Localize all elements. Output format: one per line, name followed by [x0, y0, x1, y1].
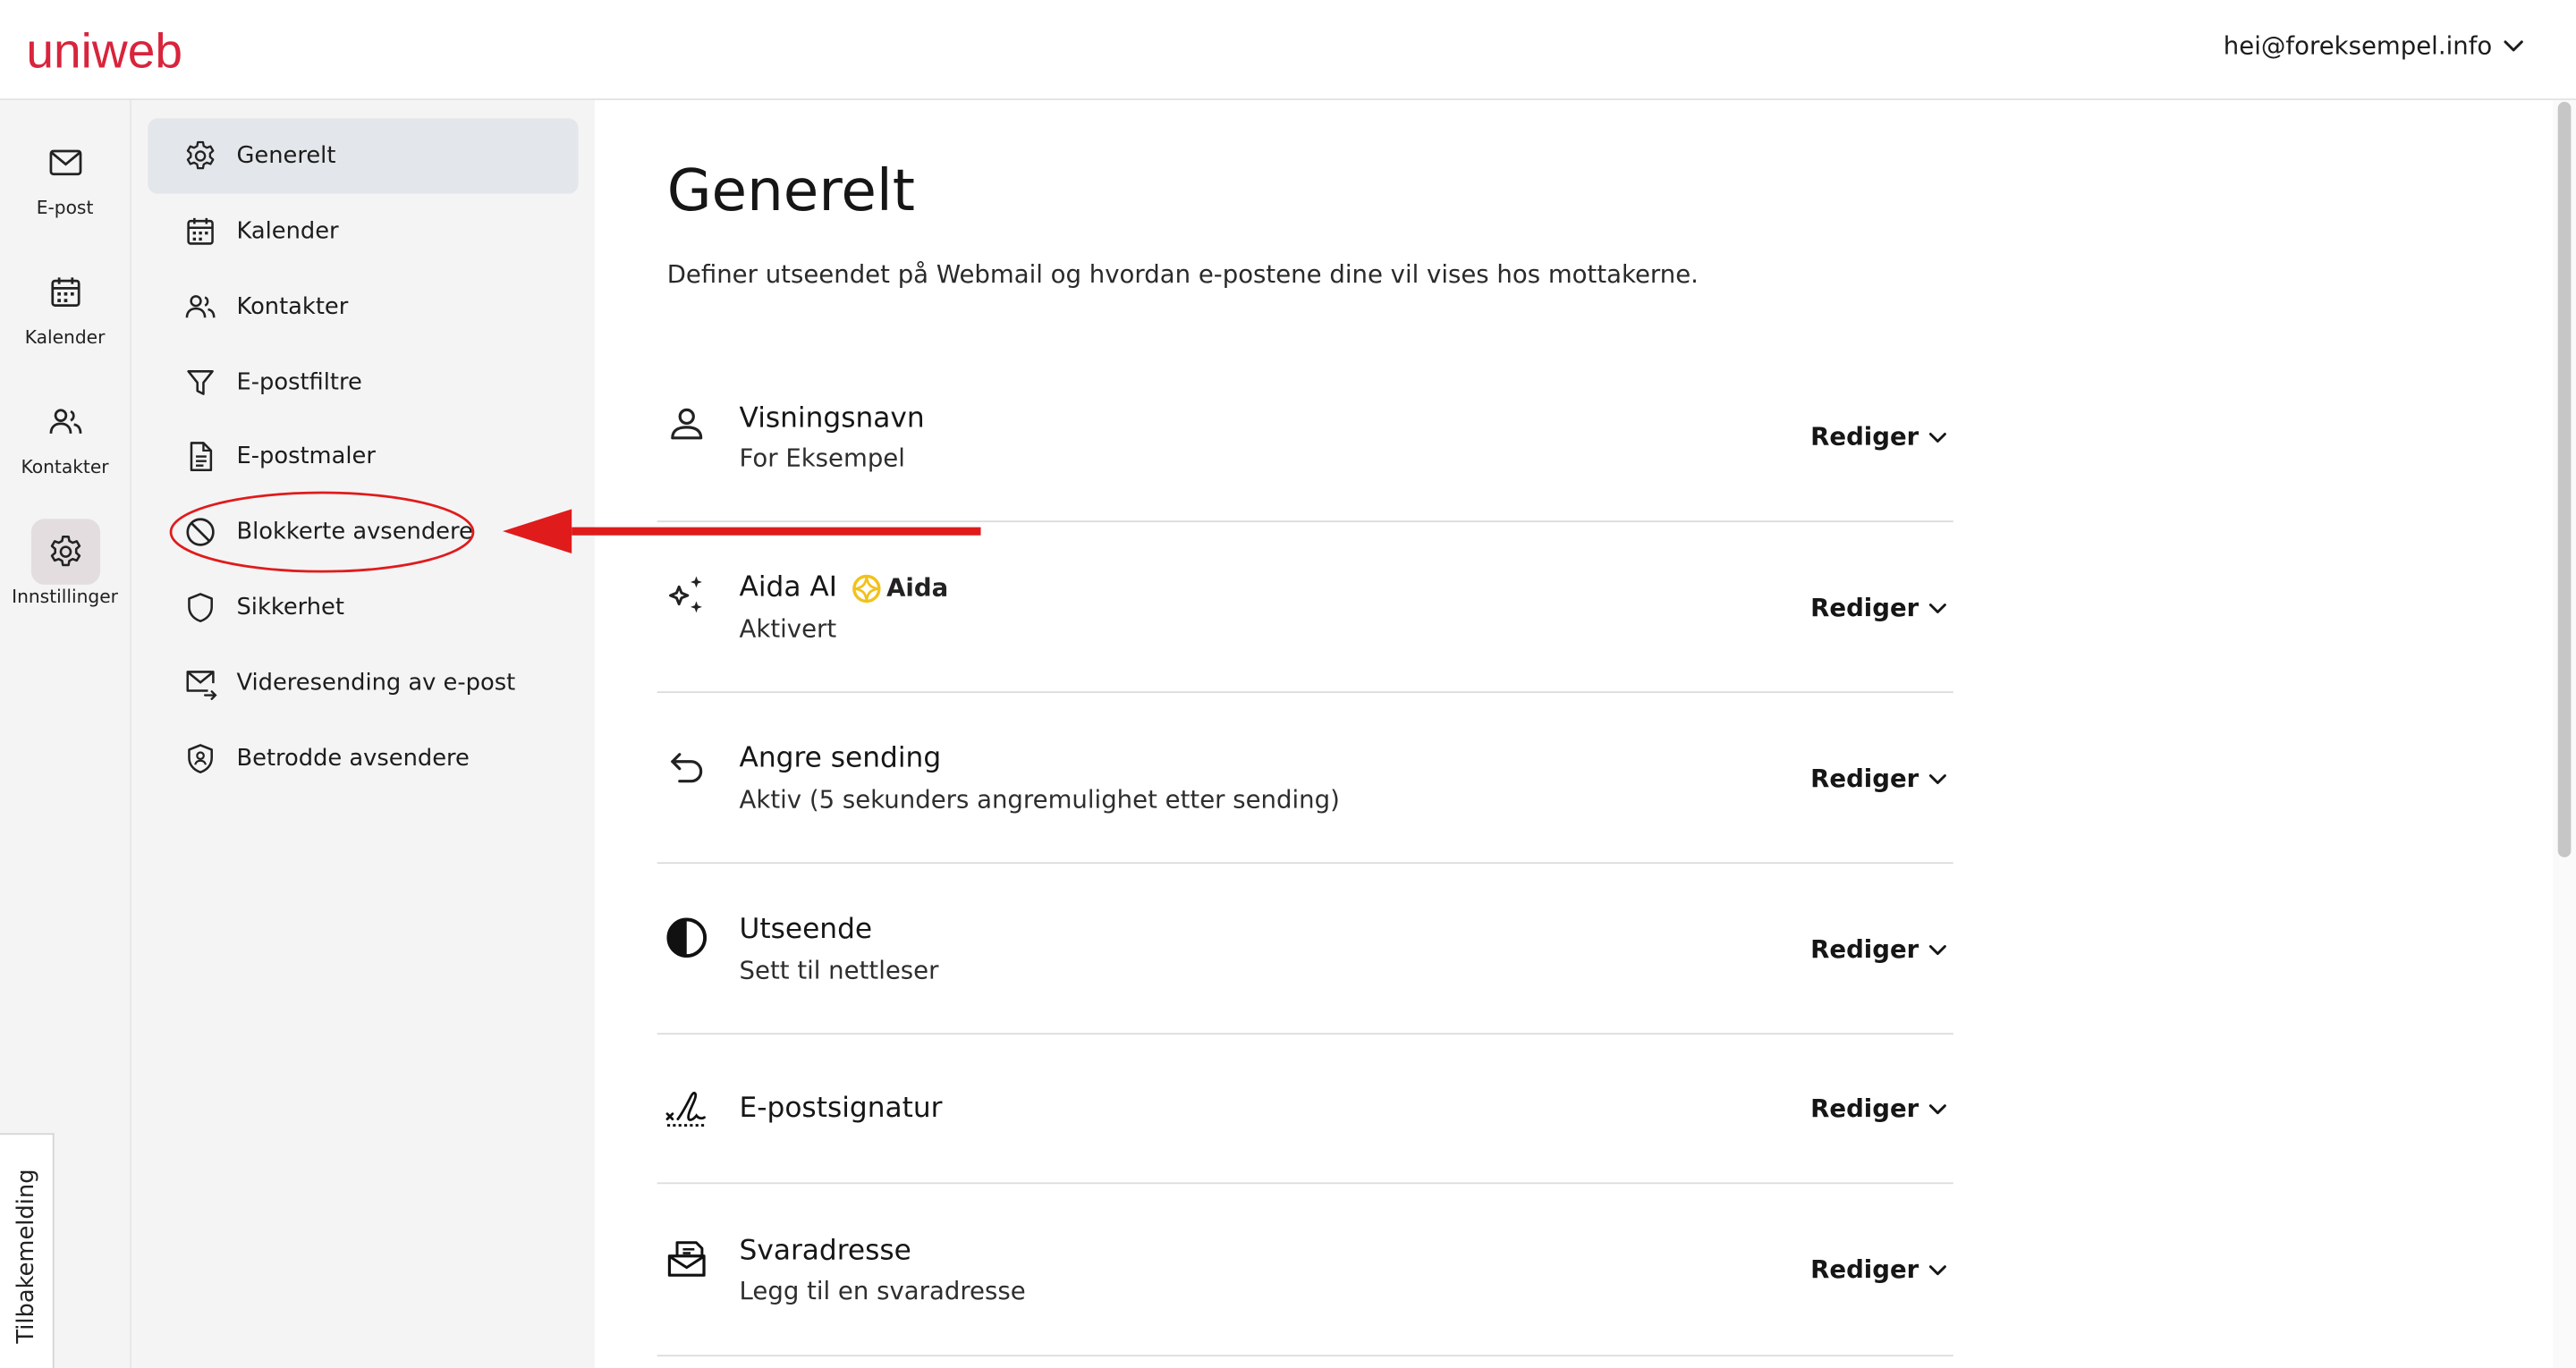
reply-mailbox-icon — [664, 1235, 709, 1280]
setting-subtitle: Aktivert — [739, 613, 837, 644]
rail-item-settings[interactable]: Innstillinger — [0, 519, 130, 608]
trusted-shield-icon — [181, 739, 220, 779]
rail-label: E-post — [36, 197, 94, 219]
contacts-icon — [30, 389, 99, 454]
edit-button[interactable]: Rediger — [1810, 593, 1946, 622]
edit-label: Rediger — [1810, 1254, 1919, 1285]
rail-item-calendar[interactable]: Kalender — [0, 259, 130, 348]
calendar-icon — [181, 212, 220, 251]
edit-label: Rediger — [1810, 1094, 1919, 1124]
shield-icon — [181, 588, 220, 628]
person-icon — [664, 401, 709, 446]
submenu-item-security[interactable]: Sikkerhet — [148, 570, 578, 645]
svg-text:uniweb: uniweb — [26, 25, 182, 74]
submenu-label: Videresending av e-post — [236, 670, 516, 697]
setting-title: Utseende — [739, 913, 873, 946]
submenu-item-email-templates[interactable]: E-postmaler — [148, 418, 578, 494]
submenu-label: E-postmaler — [236, 443, 376, 470]
edit-label: Rediger — [1810, 422, 1919, 452]
submenu-item-calendar[interactable]: Kalender — [148, 194, 578, 269]
setting-title: Svaradresse — [739, 1235, 911, 1268]
edit-button[interactable]: Rediger — [1810, 422, 1946, 452]
setting-row-email-signature[interactable]: E-postsignatur Rediger — [657, 1033, 1953, 1185]
rail-item-email[interactable]: E-post — [0, 130, 130, 218]
setting-subtitle: Legg til en svaradresse — [739, 1276, 1026, 1306]
page-description: Definer utseendet på Webmail og hvordan … — [666, 259, 1699, 290]
chevron-down-icon — [1928, 773, 1946, 784]
edit-label: Rediger — [1810, 934, 1919, 965]
submenu-label: Blokkerte avsendere — [236, 519, 473, 545]
edit-button[interactable]: Rediger — [1810, 934, 1946, 964]
gear-icon — [181, 136, 220, 175]
edit-button[interactable]: Rediger — [1810, 1094, 1946, 1123]
edit-label: Rediger — [1810, 593, 1919, 623]
submenu-item-contacts[interactable]: Kontakter — [148, 269, 578, 344]
signature-icon — [664, 1085, 709, 1131]
edit-button[interactable]: Rediger — [1810, 1254, 1946, 1284]
undo-icon — [664, 744, 709, 790]
forward-mail-icon — [181, 663, 220, 703]
chevron-down-icon — [1928, 1103, 1946, 1114]
aida-badge-label: Aida — [886, 573, 949, 604]
setting-title: Visningsnavn — [739, 401, 925, 435]
chevron-down-icon — [2504, 40, 2523, 52]
submenu-label: Sikkerhet — [236, 594, 344, 621]
setting-row-aida-ai[interactable]: Aida AI Aida Aktivert Rediger — [657, 520, 1953, 694]
settings-submenu: Generelt Kalender Kontakter E-postfiltre… — [131, 100, 595, 1368]
edit-label: Rediger — [1810, 764, 1919, 794]
setting-row-display-name[interactable]: Visningsnavn For Eksempel Rediger — [657, 363, 1953, 523]
submenu-label: Betrodde avsendere — [236, 745, 470, 773]
setting-row-appearance[interactable]: Utseende Sett til nettleser Rediger — [657, 862, 1953, 1035]
app-window: uniweb hei@foreksempel.info E-post Kalen… — [0, 0, 2576, 1368]
account-email: hei@foreksempel.info — [2223, 30, 2493, 61]
filter-icon — [181, 363, 220, 402]
aida-logo-icon — [852, 573, 880, 603]
feedback-tab[interactable]: Tilbakemelding — [0, 1133, 55, 1368]
setting-subtitle: For Eksempel — [739, 443, 905, 473]
setting-row-reply-address[interactable]: Svaradresse Legg til en svaradresse Redi… — [657, 1182, 1953, 1357]
rail-label: Kalender — [24, 326, 106, 349]
top-header: uniweb hei@foreksempel.info — [0, 0, 2576, 101]
app-rail: E-post Kalender Kontakter Innstillinger … — [0, 100, 131, 1368]
submenu-item-blocked-senders[interactable]: Blokkerte avsendere — [148, 494, 578, 570]
setting-title: Aida AI Aida — [740, 571, 949, 604]
page-title: Generelt — [666, 159, 916, 225]
gear-icon — [30, 519, 100, 585]
submenu-item-trusted-senders[interactable]: Betrodde avsendere — [148, 721, 578, 796]
account-menu[interactable]: hei@foreksempel.info — [2224, 31, 2523, 61]
submenu-item-general[interactable]: Generelt — [148, 118, 579, 194]
chevron-down-icon — [1928, 1264, 1946, 1275]
setting-subtitle: Aktiv (5 sekunders angremulighet etter s… — [739, 784, 1340, 815]
scrollbar-thumb[interactable] — [2557, 101, 2572, 857]
uniweb-logo[interactable]: uniweb — [26, 25, 236, 74]
main-content: Generelt Definer utseendet på Webmail og… — [597, 100, 2552, 1368]
submenu-label: Generelt — [236, 142, 336, 170]
document-icon — [181, 437, 220, 477]
rail-label: Innstillinger — [12, 586, 118, 608]
block-icon — [181, 512, 220, 552]
setting-row-undo-send[interactable]: Angre sending Aktiv (5 sekunders angremu… — [657, 691, 1953, 865]
aida-badge: Aida — [851, 572, 949, 604]
submenu-label: Kalender — [236, 218, 339, 245]
submenu-item-email-forwarding[interactable]: Videresending av e-post — [148, 646, 578, 721]
setting-title-text: Aida AI — [739, 571, 837, 604]
feedback-label: Tilbakemelding — [13, 1169, 40, 1344]
submenu-label: Kontakter — [236, 293, 349, 321]
edit-button[interactable]: Rediger — [1810, 764, 1946, 793]
contacts-icon — [181, 287, 220, 326]
setting-title: E-postsignatur — [739, 1092, 943, 1126]
contrast-icon — [664, 915, 709, 960]
mail-icon — [30, 130, 99, 195]
setting-title: Angre sending — [739, 742, 942, 775]
rail-item-contacts[interactable]: Kontakter — [0, 389, 130, 477]
setting-subtitle: Sett til nettleser — [739, 955, 939, 986]
calendar-icon — [30, 259, 99, 325]
chevron-down-icon — [1928, 603, 1946, 613]
chevron-down-icon — [1928, 432, 1946, 443]
rail-label: Kontakter — [21, 456, 109, 478]
submenu-label: E-postfiltre — [236, 369, 362, 396]
submenu-item-email-filters[interactable]: E-postfiltre — [148, 345, 578, 420]
sparkle-icon — [664, 571, 709, 617]
chevron-down-icon — [1928, 944, 1946, 955]
